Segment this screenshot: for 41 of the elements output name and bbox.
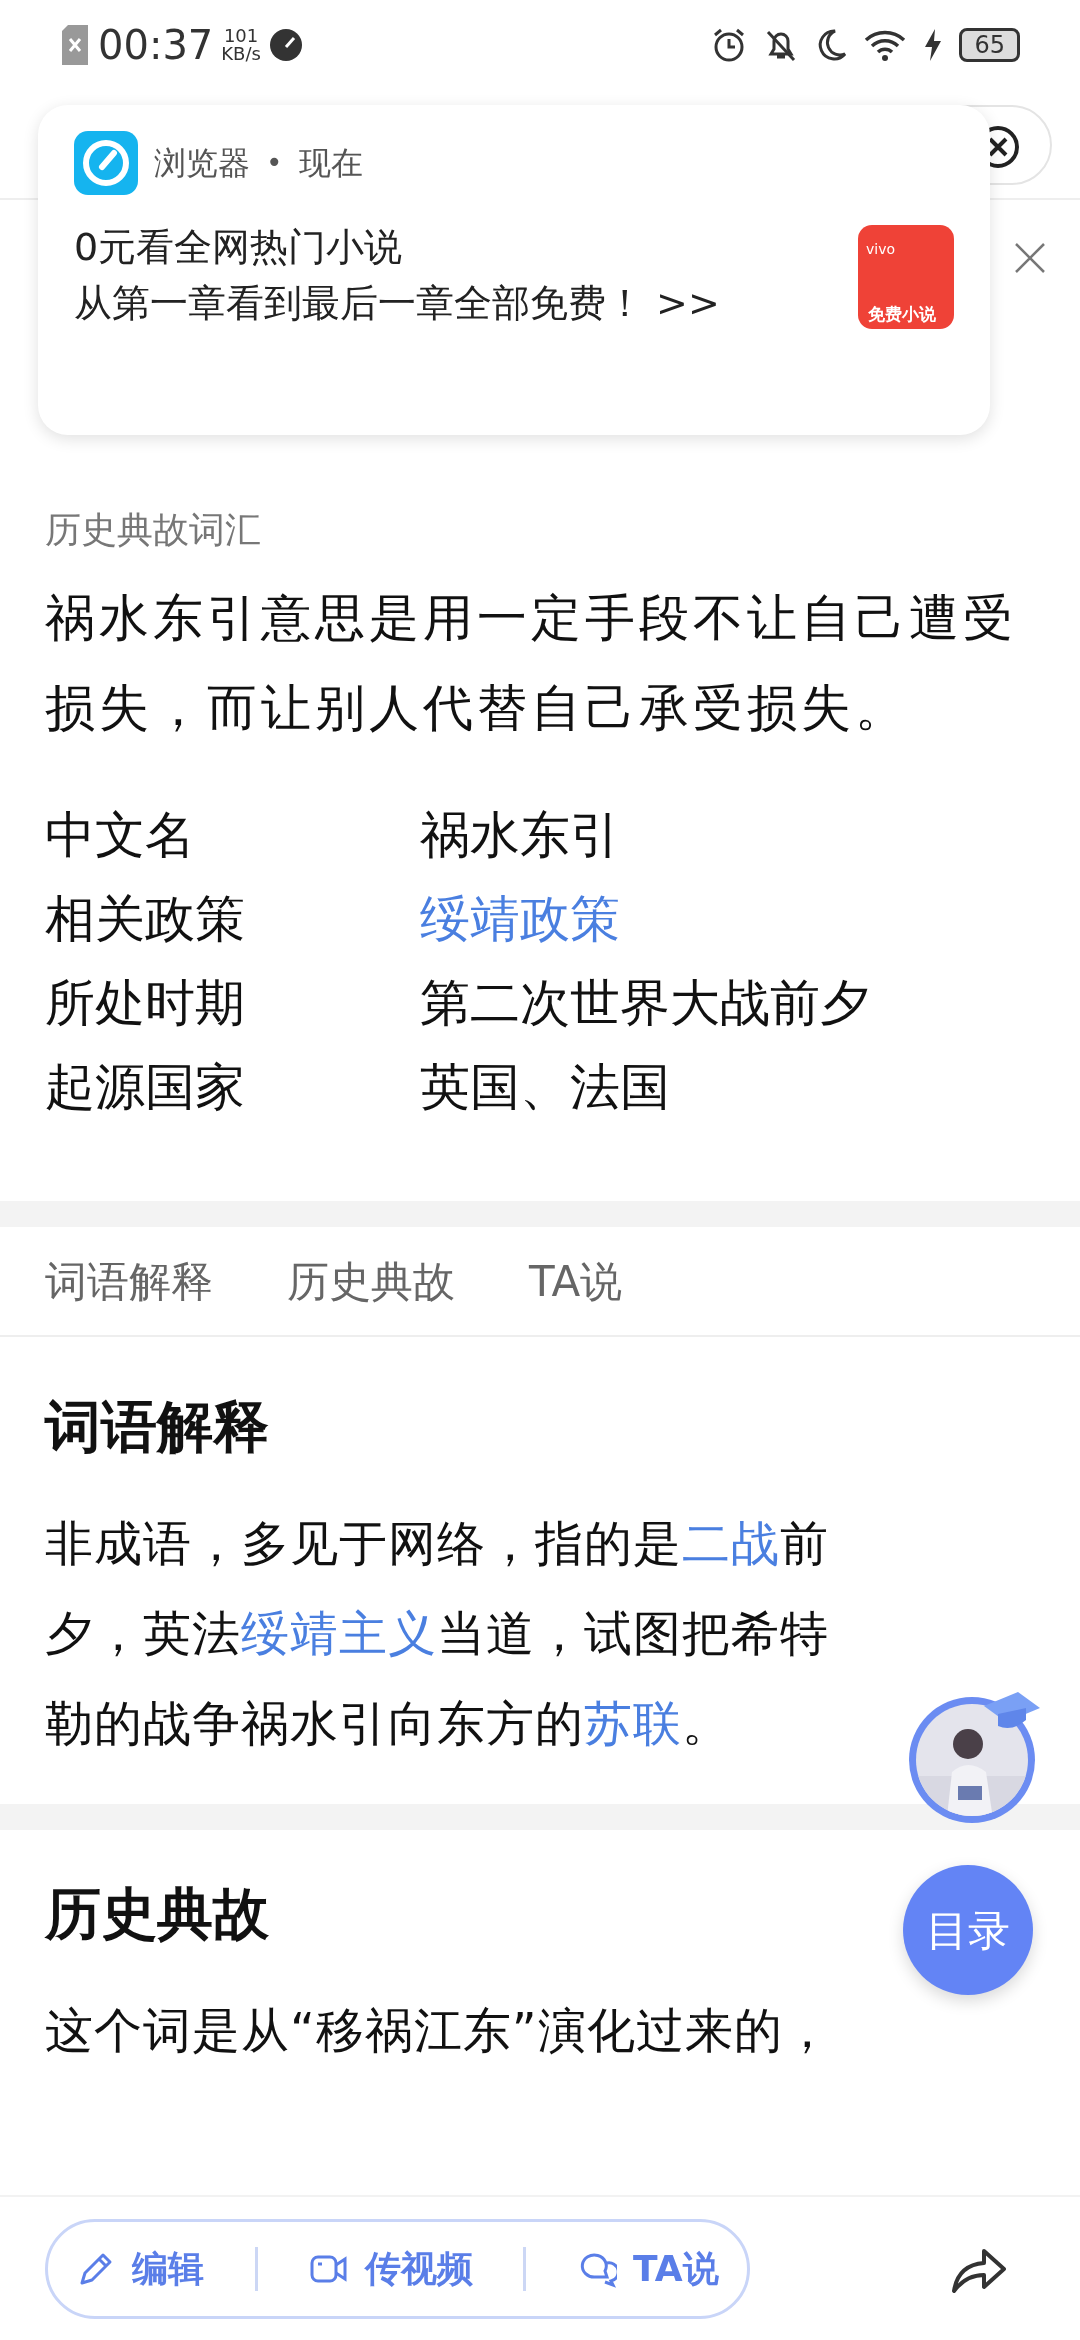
section-heading: 历史典故	[45, 1880, 269, 1948]
notification-separator: •	[266, 145, 283, 181]
thumbnail-brand: vivo	[866, 240, 896, 259]
notification-card[interactable]: 浏览器 • 现在 0元看全网热门小说 从第一章看到最后一章全部免费！ >> vivo 免费小说	[38, 105, 990, 435]
section-paragraph: 非成语，多见于网络，指的是二战前夕，英法绥靖主义当道，试图把希特勒的战争祸水引向东方的苏联。	[45, 1514, 830, 1754]
section-heading: 词语解释	[45, 1393, 269, 1461]
network-speed: 101 KB/s	[221, 27, 261, 63]
toc-button[interactable]: 目录	[903, 1865, 1033, 1995]
gauge-app-icon	[74, 131, 138, 195]
notification-title: 0元看全网热门小说	[74, 224, 404, 271]
info-label: 中文名	[45, 806, 195, 864]
share-icon[interactable]	[950, 2247, 1006, 2295]
info-value: 英国、法国	[420, 1058, 670, 1116]
sim-card-icon	[60, 25, 90, 65]
thumbnail-caption: 免费小说	[868, 302, 936, 326]
info-label: 所处时期	[45, 974, 245, 1032]
text-link[interactable]: 二战	[682, 1515, 780, 1572]
text-link[interactable]: 绥靖主义	[241, 1605, 437, 1662]
gauge-icon	[268, 28, 303, 62]
info-label: 相关政策	[45, 890, 245, 948]
entry-subtitle: 历史典故词汇	[45, 508, 262, 552]
info-link[interactable]: 绥靖政策	[420, 890, 620, 948]
battery-level: 65	[959, 28, 1020, 62]
notification-body: 从第一章看到最后一章全部免费！ >>	[74, 280, 720, 327]
charging-bolt-icon	[923, 28, 944, 62]
info-value: 第二次世界大战前夕	[420, 974, 870, 1032]
wifi-icon	[863, 28, 908, 62]
action-button[interactable]: TA说	[571, 2241, 725, 2297]
tab[interactable]: 词语解释	[45, 1249, 213, 1313]
notification-app: 浏览器	[154, 143, 250, 184]
info-label: 起源国家	[45, 1058, 245, 1116]
tab[interactable]: 历史典故	[287, 1249, 455, 1313]
action-button[interactable]: 编辑	[70, 2241, 211, 2297]
notification-time: 现在	[298, 143, 363, 184]
entry-summary: 祸水东引意思是用一定手段不让自己遭受损失，而让别人代替自己承受损失。	[45, 588, 1018, 739]
clock-time: 00:37	[98, 21, 214, 70]
tab[interactable]: TA说	[529, 1249, 623, 1313]
section-paragraph: 这个词是从“移祸江东”演化过来的，	[45, 2001, 833, 2061]
info-value: 祸水东引	[420, 806, 620, 864]
text-link[interactable]: 苏联	[584, 1695, 682, 1752]
action-button[interactable]: 传视频	[302, 2241, 479, 2297]
